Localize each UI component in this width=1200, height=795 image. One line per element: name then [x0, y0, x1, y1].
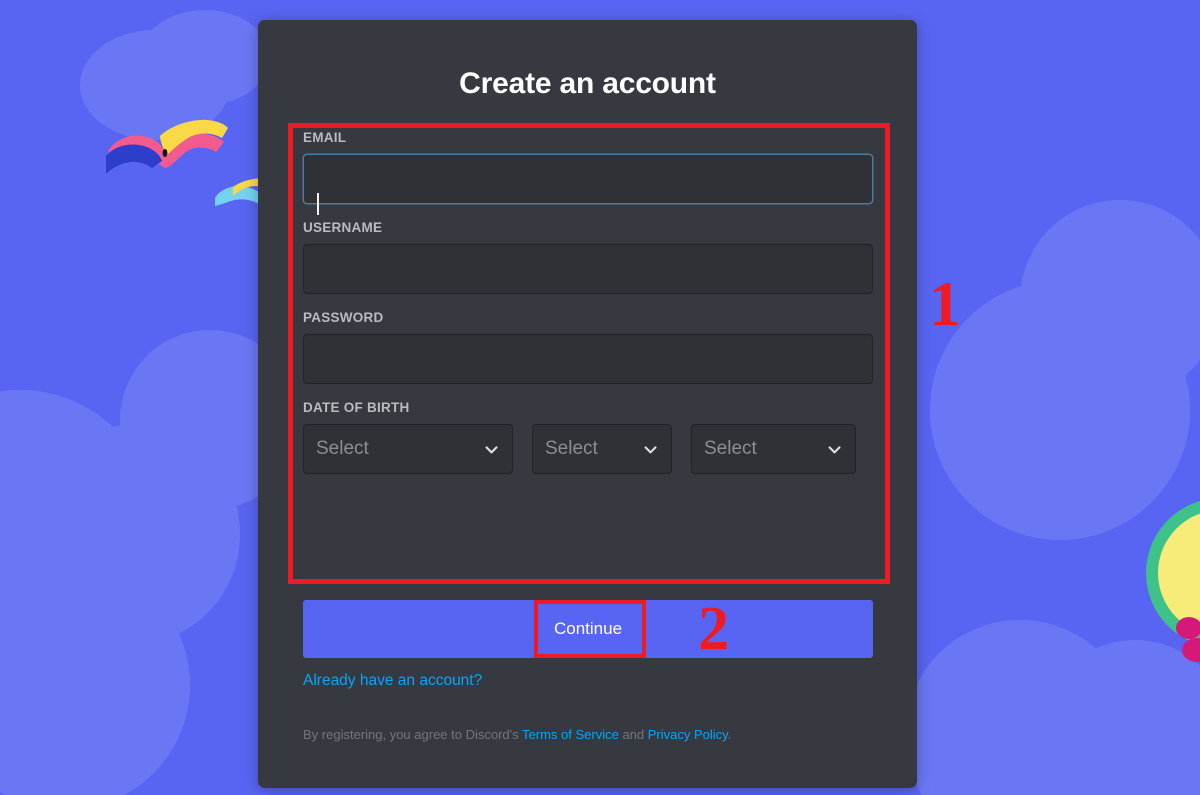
text-caret	[317, 193, 319, 215]
field-username: USERNAME	[303, 220, 873, 294]
dob-month-value: Select	[316, 438, 369, 459]
legal-conjunction: and	[618, 727, 648, 742]
label-username: USERNAME	[303, 220, 383, 235]
field-email: EMAIL	[303, 130, 873, 215]
dob-year-select[interactable]: Select	[691, 424, 856, 474]
terms-of-service-link[interactable]: Terms of Service	[522, 727, 619, 742]
label-password: PASSWORD	[303, 310, 384, 325]
continue-button[interactable]: Continue	[303, 600, 873, 658]
username-input[interactable]	[303, 244, 873, 294]
chevron-down-icon	[644, 445, 657, 453]
bird-illustration	[106, 119, 228, 174]
character-detail	[1176, 617, 1200, 639]
screen: Create an account EMAIL USERNAME PASSWOR…	[0, 0, 1200, 795]
legal-prefix: By registering, you agree to Discord's	[303, 727, 523, 742]
field-password: PASSWORD	[303, 310, 873, 384]
legal-suffix: .	[727, 727, 732, 742]
cloud-shape	[140, 10, 270, 105]
privacy-policy-link[interactable]: Privacy Policy	[648, 727, 728, 742]
already-have-account-link[interactable]: Already have an account?	[303, 672, 482, 690]
dob-day-select[interactable]: Select	[532, 424, 672, 474]
dob-month-select[interactable]: Select	[303, 424, 513, 474]
legal-text: By registering, you agree to Discord's T…	[303, 726, 731, 744]
registration-form: EMAIL USERNAME PASSWORD DATE OF BIRTH Se	[303, 130, 873, 490]
dob-day-value: Select	[545, 438, 598, 459]
label-email: EMAIL	[303, 130, 347, 145]
chevron-down-icon	[828, 445, 841, 453]
page-title: Create an account	[459, 67, 716, 100]
dob-year-value: Select	[704, 438, 757, 459]
field-date-of-birth: DATE OF BIRTH Select Select Select	[303, 400, 873, 474]
email-input[interactable]	[303, 154, 873, 204]
register-modal: Create an account EMAIL USERNAME PASSWOR…	[258, 20, 917, 788]
chevron-down-icon	[485, 445, 498, 453]
label-date-of-birth: DATE OF BIRTH	[303, 400, 410, 415]
date-of-birth-selects: Select Select Select	[303, 424, 873, 474]
password-input[interactable]	[303, 334, 873, 384]
